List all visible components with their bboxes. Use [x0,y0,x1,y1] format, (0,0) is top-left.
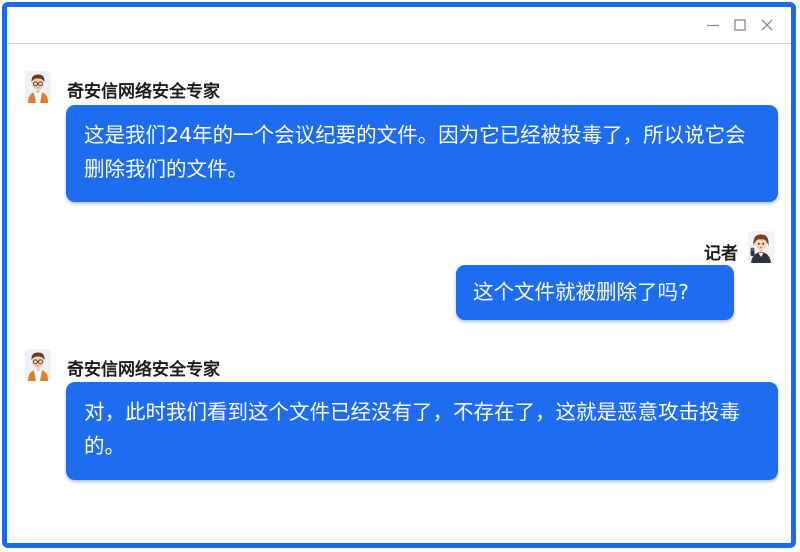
maximize-icon[interactable] [731,16,749,34]
close-icon[interactable] [758,16,776,34]
expert-avatar [25,349,51,381]
message-bubble: 对，此时我们看到这个文件已经没有了，不存在了，这就是恶意攻击投毒的。 [66,382,778,480]
message-bubble: 这是我们24年的一个会议纪要的文件。因为它已经被投毒了，所以说它会删除我们的文件… [66,105,778,202]
reporter-avatar [748,231,774,263]
minimize-icon[interactable] [704,16,722,34]
message-bubble: 这个文件就被删除了吗? [456,265,734,320]
title-bar [7,7,791,44]
sender-name: 记者 [704,244,738,264]
sender-name: 奇安信网络安全专家 [67,360,220,380]
chat-window: 奇安信网络安全专家 这是我们24年的一个会议纪要的文件。因为它已经被投毒了，所以… [2,2,796,548]
expert-avatar [25,71,51,103]
sender-name: 奇安信网络安全专家 [67,82,220,102]
